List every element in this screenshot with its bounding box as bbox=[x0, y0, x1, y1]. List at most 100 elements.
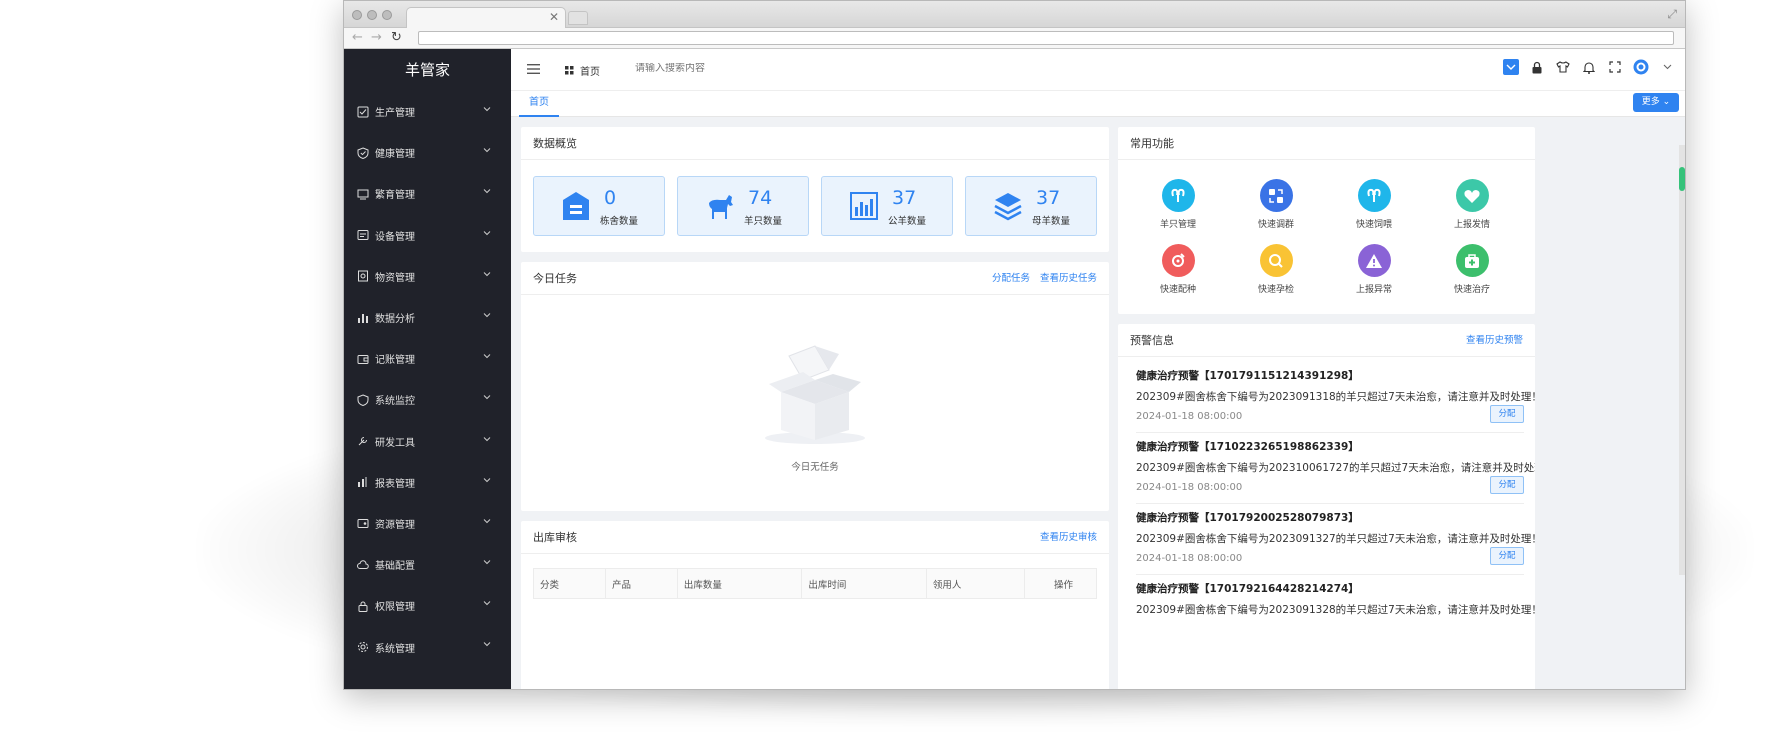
stat-value: 37 bbox=[1036, 187, 1061, 209]
dropdown-check-icon[interactable] bbox=[1503, 59, 1519, 75]
outbound-links: 查看历史审核 bbox=[1033, 521, 1097, 554]
outbound-history-link[interactable]: 查看历史审核 bbox=[1040, 532, 1097, 543]
sidebar-item-10[interactable]: 资源管理 bbox=[344, 503, 511, 544]
chevron-down-icon bbox=[483, 395, 491, 400]
reload-icon[interactable]: ↻ bbox=[391, 30, 402, 45]
sidebar-item-label: 数据分析 bbox=[375, 314, 415, 326]
task-history-link[interactable]: 查看历史任务 bbox=[1040, 273, 1097, 284]
warning-icon bbox=[1357, 244, 1391, 277]
sidebar-item-13[interactable]: 系统管理 bbox=[344, 626, 511, 667]
browser-window: ✕ ⤢ ← → ↻ 羊管家 生产管理 健康管理 繁育管理 设备管理 物资管理 数据分析 记账… bbox=[343, 0, 1686, 690]
close-window-dot[interactable] bbox=[352, 10, 362, 20]
back-arrow-icon[interactable]: ← bbox=[352, 30, 363, 45]
avatar[interactable] bbox=[1633, 59, 1649, 75]
function-label: 羊只管理 bbox=[1159, 220, 1196, 230]
chevron-down-icon bbox=[483, 313, 491, 318]
screenshot-stage: ✕ ⤢ ← → ↻ 羊管家 生产管理 健康管理 繁育管理 设备管理 物资管理 数据分析 记账… bbox=[0, 0, 1775, 752]
divider bbox=[1136, 432, 1524, 433]
more-button[interactable]: 更多 ⌄ bbox=[1633, 93, 1679, 112]
overview-title: 数据概览 bbox=[521, 127, 1109, 160]
chevron-down-icon bbox=[483, 477, 491, 482]
sidebar-item-2[interactable]: 繁育管理 bbox=[344, 173, 511, 214]
table-header-row: 分类 产品 出库数量 出库时间 领用人 操作 bbox=[533, 568, 1097, 599]
shirt-icon[interactable] bbox=[1555, 59, 1571, 75]
sidebar-item-6[interactable]: 记账管理 bbox=[344, 338, 511, 379]
warning-title: 健康治疗预警【1701792164428214274】 bbox=[1136, 583, 1359, 595]
search-input[interactable] bbox=[635, 63, 775, 74]
chevron-down-icon bbox=[483, 189, 491, 194]
chevron-down-icon bbox=[483, 107, 491, 112]
warning-title: 健康治疗预警【1710223265198862339】 bbox=[1136, 441, 1359, 453]
breadcrumb-home[interactable]: 首页 bbox=[565, 63, 600, 78]
maximize-window-dot[interactable] bbox=[382, 10, 392, 20]
resize-icon[interactable]: ⤢ bbox=[1667, 7, 1677, 22]
sidebar-item-label: 研发工具 bbox=[375, 437, 415, 449]
forward-arrow-icon[interactable]: → bbox=[371, 30, 382, 45]
url-input[interactable] bbox=[418, 31, 1674, 45]
sidebar-item-label: 繁育管理 bbox=[375, 190, 415, 202]
chevron-down-icon[interactable] bbox=[1659, 59, 1675, 75]
warning-title: 健康治疗预警【1701791151214391298】 bbox=[1136, 370, 1359, 382]
assign-task-link[interactable]: 分配任务 bbox=[992, 273, 1030, 284]
address-bar-row: ← → ↻ bbox=[344, 28, 1685, 49]
column-header: 出库时间 bbox=[801, 568, 927, 599]
chevron-down-icon bbox=[483, 642, 491, 647]
fullscreen-icon[interactable] bbox=[1607, 59, 1623, 75]
function-label: 快速配种 bbox=[1159, 285, 1196, 295]
sidebar-item-label: 系统监控 bbox=[375, 396, 415, 408]
outbound-card: 出库审核 查看历史审核 分类 产品 出库数量 出库时间 领用人 操作 bbox=[521, 521, 1109, 689]
no-task-text: 今日无任务 bbox=[791, 462, 839, 473]
function-shortcut[interactable]: 快速治疗 bbox=[1432, 244, 1512, 295]
divider bbox=[1136, 574, 1524, 575]
warning-time: 2024-01-18 08:00:00 bbox=[1136, 553, 1243, 564]
sidebar-item-3[interactable]: 设备管理 bbox=[344, 215, 511, 256]
ram-icon bbox=[1161, 179, 1195, 212]
function-shortcut[interactable]: 快速配种 bbox=[1138, 244, 1218, 295]
hamburger-menu-icon[interactable] bbox=[527, 63, 540, 75]
tab-home[interactable]: 首页 bbox=[519, 91, 559, 117]
outbound-header: 出库审核 查看历史审核 bbox=[521, 521, 1109, 554]
app-shell: 羊管家 生产管理 健康管理 繁育管理 设备管理 物资管理 数据分析 记账管理 系统监控 研发工具… bbox=[344, 49, 1685, 689]
function-shortcut[interactable]: 上报发情 bbox=[1432, 179, 1512, 230]
function-shortcut[interactable]: 上报异常 bbox=[1334, 244, 1414, 295]
warnings-card: 预警信息 查看历史预警 健康治疗预警【1701791151214391298】 2… bbox=[1118, 324, 1535, 689]
chevron-down-icon bbox=[483, 148, 491, 153]
sidebar-item-8[interactable]: 研发工具 bbox=[344, 421, 511, 462]
close-tab-icon[interactable]: ✕ bbox=[549, 10, 559, 24]
column-header: 分类 bbox=[533, 568, 606, 599]
device-icon bbox=[357, 230, 369, 241]
lock-icon[interactable] bbox=[1529, 59, 1545, 75]
sidebar-item-0[interactable]: 生产管理 bbox=[344, 91, 511, 132]
new-tab-button[interactable] bbox=[568, 11, 588, 25]
page-scrollbar[interactable] bbox=[1679, 145, 1685, 575]
function-shortcut[interactable]: 羊只管理 bbox=[1138, 179, 1218, 230]
bell-icon[interactable] bbox=[1581, 59, 1597, 75]
stat-label: 栋舍数量 bbox=[600, 216, 639, 227]
assign-button[interactable]: 分配 bbox=[1490, 547, 1524, 565]
bar-chart-icon bbox=[358, 313, 368, 323]
assign-button[interactable]: 分配 bbox=[1490, 405, 1524, 423]
sidebar-item-4[interactable]: 物资管理 bbox=[344, 256, 511, 297]
grid-icon bbox=[565, 66, 574, 75]
function-shortcut[interactable]: 快速饲喂 bbox=[1334, 179, 1414, 230]
medkit-icon bbox=[1455, 244, 1489, 277]
sidebar-item-1[interactable]: 健康管理 bbox=[344, 132, 511, 173]
browser-tab[interactable]: ✕ bbox=[406, 7, 566, 29]
sidebar-item-11[interactable]: 基础配置 bbox=[344, 544, 511, 585]
minimize-window-dot[interactable] bbox=[367, 10, 377, 20]
column-header: 领用人 bbox=[925, 568, 1026, 599]
warning-body: 202309#圈舍栋舍下编号为2023091328的羊只超过7天未治愈，请注意并… bbox=[1136, 604, 1535, 616]
page-scrollbar-thumb[interactable] bbox=[1679, 167, 1685, 191]
warning-item: 健康治疗预警【1701792164428214274】 202309#圈舍栋舍下编… bbox=[1136, 581, 1535, 617]
assign-button[interactable]: 分配 bbox=[1490, 476, 1524, 494]
column-header: 出库数量 bbox=[676, 568, 803, 599]
stat-card: 74 羊只数量 bbox=[677, 176, 809, 236]
function-shortcut[interactable]: 快速调群 bbox=[1236, 179, 1316, 230]
sidebar-item-5[interactable]: 数据分析 bbox=[344, 297, 511, 338]
sidebar-item-7[interactable]: 系统监控 bbox=[344, 379, 511, 420]
warning-history-link[interactable]: 查看历史预警 bbox=[1466, 335, 1523, 346]
swap-icon bbox=[1259, 179, 1293, 212]
function-shortcut[interactable]: 快速孕检 bbox=[1236, 244, 1316, 295]
sidebar-item-12[interactable]: 权限管理 bbox=[344, 585, 511, 626]
sidebar-item-9[interactable]: 报表管理 bbox=[344, 462, 511, 503]
